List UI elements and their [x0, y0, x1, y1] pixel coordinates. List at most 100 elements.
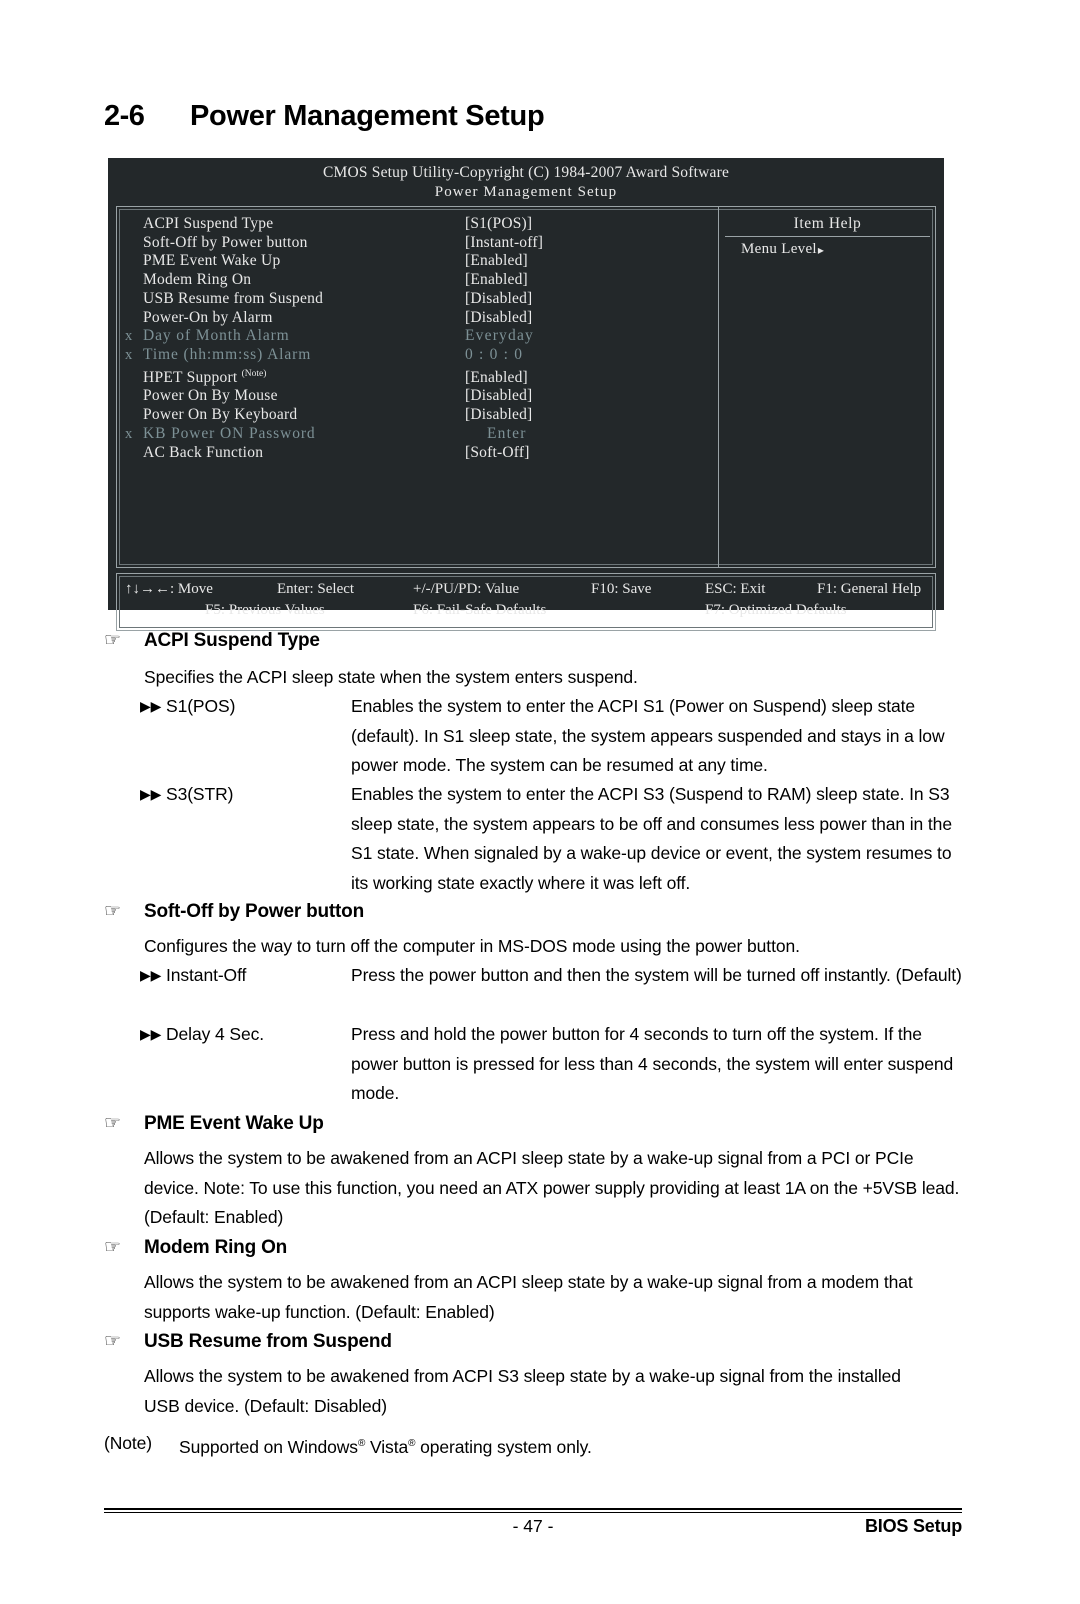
bios-setting-name: Power On By Mouse	[143, 387, 278, 405]
heading-usb-resume-from-suspend: ☞ USB Resume from Suspend	[104, 1331, 392, 1353]
heading-pme-event-wake-up: ☞ PME Event Wake Up	[104, 1113, 324, 1135]
bios-key-hint: F5: Previous Values	[205, 602, 325, 618]
hand-pointer-icon: ☞	[104, 1331, 121, 1352]
bios-setting-name: ACPI Suspend Type	[143, 215, 274, 232]
footer-chapter-label: BIOS Setup	[864, 1516, 962, 1536]
bios-setting-name: Soft-Off by Power button	[143, 233, 308, 251]
bios-setting-value[interactable]: [Instant-off]	[465, 234, 543, 253]
acpi-intro-text: Specifies the ACPI sleep state when the …	[144, 667, 638, 687]
footnote: (Note) Supported on Windows® Vista® oper…	[104, 1429, 592, 1462]
usb-body-text: Allows the system to be awakened from AC…	[144, 1366, 901, 1416]
acpi-option-s1-label: S1(POS)	[166, 696, 236, 716]
bios-setting-value[interactable]: [Enabled]	[465, 369, 528, 388]
modem-body-text: Allows the system to be awakened from an…	[144, 1272, 913, 1322]
bios-setting-name: AC Back Function	[143, 443, 264, 461]
bios-setting-row[interactable]: x Day of Month Alarm Everyday	[125, 327, 718, 346]
bios-settings-list: ACPI Suspend Type [S1(POS)] Soft-Off by Po…	[117, 207, 719, 567]
bios-key-hint: ↑↓→←: Move	[125, 581, 213, 597]
bios-setting-row[interactable]: Modem Ring On [Enabled]	[125, 271, 718, 290]
menu-level-arrow-icon: ▸	[817, 242, 825, 257]
bios-setting-row[interactable]: ACPI Suspend Type [S1(POS)]	[125, 215, 718, 234]
bios-key-hint: F10: Save	[591, 581, 652, 597]
heading-usb-resume-label: USB Resume from Suspend	[144, 1331, 392, 1352]
section-title: Power Management Setup	[190, 100, 545, 132]
softoff-option-delay-4-sec: ▶▶ Delay 4 Sec. Press and hold the power…	[140, 1020, 971, 1109]
hand-pointer-icon: ☞	[104, 901, 121, 922]
hand-pointer-icon: ☞	[104, 1113, 121, 1134]
bios-setting-name: Day of Month Alarm	[143, 327, 290, 345]
item-help-title: Item Help	[725, 215, 930, 237]
bios-setting-name: Power On By Keyboard	[143, 406, 298, 424]
note-superscript: (Note)	[241, 368, 267, 379]
bios-setting-value[interactable]: [Disabled]	[465, 309, 532, 328]
bios-setting-name: USB Resume from Suspend	[143, 289, 324, 307]
bios-key-legend-row-2: F5: Previous Values F6: Fail-Safe Default…	[117, 600, 935, 621]
bios-setting-name: PME Event Wake Up	[143, 252, 281, 270]
bios-setting-value[interactable]: [S1(POS)]	[465, 215, 532, 234]
bios-setting-value[interactable]: [Enabled]	[465, 252, 528, 271]
footnote-label: (Note)	[104, 1433, 153, 1453]
bios-setting-value[interactable]: Enter	[465, 425, 527, 444]
bios-setting-row[interactable]: Power On By Keyboard [Disabled]	[125, 406, 718, 425]
bios-setting-value[interactable]: Everyday	[465, 327, 534, 346]
bios-setting-value[interactable]: [Disabled]	[465, 406, 532, 425]
bios-page-title: Power Management Setup	[434, 184, 618, 200]
bios-setup-screen: CMOS Setup Utility-Copyright (C) 1984-20…	[108, 158, 944, 631]
bios-key-hint: ESC: Exit	[705, 581, 766, 597]
section-number: 2-6	[104, 100, 145, 132]
acpi-option-s3: ▶▶ S3(STR) Enables the system to enter t…	[140, 780, 971, 898]
hand-pointer-icon: ☞	[104, 630, 121, 651]
bios-key-hint: +/-/PU/PD: Value	[413, 581, 520, 597]
page-title: 2-6 Power Management Setup	[104, 100, 964, 133]
softoff-option-instant-off-label: Instant-Off	[166, 965, 247, 985]
acpi-option-s3-label: S3(STR)	[166, 784, 234, 804]
bios-key-hint: F6: Fail-Safe Defaults	[413, 602, 547, 618]
heading-soft-off-label: Soft-Off by Power button	[144, 901, 364, 922]
bios-setting-row[interactable]: Power-On by Alarm [Disabled]	[125, 309, 718, 328]
softoff-option-instant-off-desc: Press the power button and then the syst…	[351, 965, 962, 985]
bios-setting-name: KB Power ON Password	[143, 424, 316, 442]
acpi-option-s1-desc: Enables the system to enter the ACPI S1 …	[351, 696, 945, 775]
softoff-intro-text: Configures the way to turn off the compu…	[144, 936, 800, 956]
softoff-option-delay-4-sec-label: Delay 4 Sec.	[166, 1024, 265, 1044]
double-arrow-icon: ▶▶	[140, 967, 162, 983]
bios-body: ACPI Suspend Type [S1(POS)] Soft-Off by Po…	[116, 206, 936, 568]
bios-setting-row[interactable]: Power On By Mouse [Disabled]	[125, 387, 718, 406]
footnote-text: Supported on Windows® Vista® operating s…	[179, 1436, 592, 1457]
bios-setting-row[interactable]: HPET Support (Note) [Enabled]	[125, 365, 718, 388]
bios-setting-value[interactable]: 0 : 0 : 0	[465, 346, 523, 365]
double-arrow-icon: ▶▶	[140, 1026, 162, 1042]
double-arrow-icon: ▶▶	[140, 786, 162, 802]
page-number: - 47 -	[512, 1516, 554, 1536]
bios-setting-row[interactable]: x KB Power ON Password Enter	[125, 425, 718, 444]
bios-key-hint: Enter: Select	[277, 581, 355, 597]
bios-setting-row[interactable]: Soft-Off by Power button [Instant-off]	[125, 234, 718, 253]
bios-setting-value[interactable]: [Disabled]	[465, 290, 532, 309]
menu-level-label: Menu Level	[741, 241, 817, 257]
bios-key-hint: F1: General Help	[817, 581, 922, 597]
bios-item-help-pane: Item Help Menu Level ▸	[719, 207, 935, 567]
bios-setting-value[interactable]: [Disabled]	[465, 387, 532, 406]
bios-setting-row[interactable]: x Time (hh:mm:ss) Alarm 0 : 0 : 0	[125, 346, 718, 365]
heading-acpi-suspend-type: ☞ ACPI Suspend Type	[104, 630, 320, 652]
footer-divider	[104, 1508, 962, 1513]
heading-modem-ring-on-label: Modem Ring On	[144, 1237, 288, 1258]
pme-body-text: Allows the system to be awakened from an…	[144, 1148, 960, 1227]
bios-setting-row[interactable]: PME Event Wake Up [Enabled]	[125, 252, 718, 271]
bios-key-legend: ↑↓→←: Move Enter: Select +/-/PU/PD: Value F…	[116, 573, 936, 631]
heading-pme-event-wake-up-label: PME Event Wake Up	[144, 1113, 324, 1134]
bios-setting-name: Power-On by Alarm	[143, 308, 273, 326]
heading-acpi-suspend-type-label: ACPI Suspend Type	[144, 630, 320, 651]
bios-setting-name: Time (hh:mm:ss) Alarm	[143, 345, 312, 363]
menu-level-row: Menu Level ▸	[719, 237, 935, 258]
bios-setting-row[interactable]: AC Back Function [Soft-Off]	[125, 444, 718, 463]
bios-setting-disabled-marker: x	[125, 346, 133, 363]
bios-setting-value[interactable]: [Enabled]	[465, 271, 528, 290]
softoff-option-delay-4-sec-desc: Press and hold the power button for 4 se…	[351, 1024, 954, 1103]
bios-setting-value[interactable]: [Soft-Off]	[465, 444, 530, 463]
bios-setting-disabled-marker: x	[125, 328, 133, 345]
heading-soft-off-by-power-button: ☞ Soft-Off by Power button	[104, 901, 364, 923]
bios-utility-title: CMOS Setup Utility-Copyright (C) 1984-20…	[322, 164, 730, 181]
softoff-option-instant-off: ▶▶ Instant-Off Press the power button an…	[140, 961, 971, 991]
bios-setting-row[interactable]: USB Resume from Suspend [Disabled]	[125, 290, 718, 309]
